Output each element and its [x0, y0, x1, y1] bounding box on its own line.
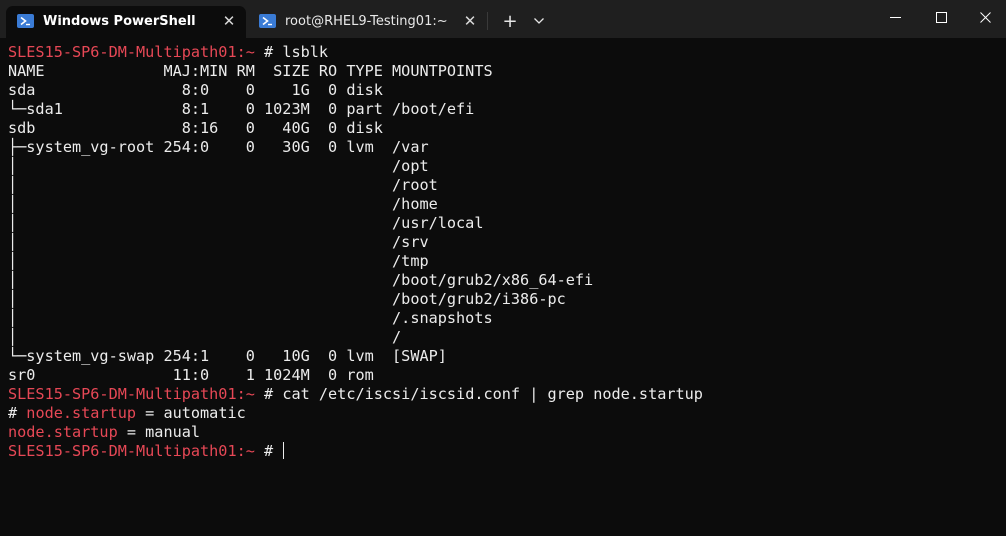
shell-prompt: SLES15-SP6-DM-Multipath01:~ [8, 43, 265, 61]
tab-dropdown-button[interactable] [526, 7, 552, 35]
terminal-line: # node.startup = automatic [8, 404, 1006, 423]
line-text: = manual [117, 423, 201, 441]
terminal-line: │ /root [8, 176, 1006, 195]
line-text: │ /opt [8, 157, 429, 175]
line-text: └─system_vg-swap 254:1 0 10G 0 lvm [SWAP… [8, 347, 447, 365]
terminal-line: │ /boot/grub2/i386-pc [8, 290, 1006, 309]
minimize-button[interactable] [872, 0, 918, 34]
maximize-button[interactable] [918, 0, 964, 34]
terminal-line: sr0 11:0 1 1024M 0 rom [8, 366, 1006, 385]
line-text: ├─system_vg-root 254:0 0 30G 0 lvm /var [8, 138, 429, 156]
line-text: │ /root [8, 176, 438, 194]
terminal-line: sdb 8:16 0 40G 0 disk [8, 119, 1006, 138]
close-tab-icon[interactable]: ✕ [459, 10, 481, 32]
line-text: │ /.snapshots [8, 309, 493, 327]
title-bar: Windows PowerShell ✕ root@RHEL9-Testing0… [0, 0, 1006, 38]
terminal-line: node.startup = manual [8, 423, 1006, 442]
terminal-line: │ /srv [8, 233, 1006, 252]
line-text: NAME MAJ:MIN RM SIZE RO TYPE MOUNTPOINTS [8, 62, 493, 80]
line-text: │ /usr/local [8, 214, 484, 232]
line-text: │ /tmp [8, 252, 429, 270]
powershell-icon [17, 14, 34, 28]
close-window-button[interactable] [964, 0, 1006, 34]
terminal-window: Windows PowerShell ✕ root@RHEL9-Testing0… [0, 0, 1006, 536]
terminal-line: SLES15-SP6-DM-Multipath01:~ # lsblk [8, 43, 1006, 62]
close-icon [979, 11, 991, 23]
line-text: # [8, 404, 27, 422]
line-text: │ /srv [8, 233, 429, 251]
close-tab-icon[interactable]: ✕ [218, 10, 240, 32]
line-text: sr0 11:0 1 1024M 0 rom [8, 366, 374, 384]
text-cursor [283, 442, 285, 459]
tab-label: Windows PowerShell [43, 14, 196, 29]
tab-windows-powershell[interactable]: Windows PowerShell ✕ [6, 6, 246, 38]
terminal-line: NAME MAJ:MIN RM SIZE RO TYPE MOUNTPOINTS [8, 62, 1006, 81]
terminal-output[interactable]: SLES15-SP6-DM-Multipath01:~ # lsblk NAME … [0, 38, 1006, 536]
terminal-line: ├─system_vg-root 254:0 0 30G 0 lvm /var [8, 138, 1006, 157]
terminal-line: sda 8:0 0 1G 0 disk [8, 81, 1006, 100]
line-text: │ / [8, 328, 402, 346]
terminal-line: └─system_vg-swap 254:1 0 10G 0 lvm [SWAP… [8, 347, 1006, 366]
line-text: │ /boot/grub2/x86_64-efi [8, 271, 594, 289]
tab-rhel9-testing01[interactable]: root@RHEL9-Testing01:~ ✕ [248, 6, 487, 38]
chevron-down-icon [534, 18, 544, 24]
shell-prompt: SLES15-SP6-DM-Multipath01:~ [8, 385, 265, 403]
terminal-line: └─sda1 8:1 0 1023M 0 part /boot/efi [8, 100, 1006, 119]
line-text: = automatic [136, 404, 246, 422]
terminal-line: SLES15-SP6-DM-Multipath01:~ # cat /etc/i… [8, 385, 1006, 404]
line-text: # lsblk [264, 43, 329, 61]
terminal-line: │ /tmp [8, 252, 1006, 271]
terminal-line: │ /boot/grub2/x86_64-efi [8, 271, 1006, 290]
terminal-line: │ /usr/local [8, 214, 1006, 233]
tab-divider [487, 12, 488, 30]
line-text: │ /home [8, 195, 438, 213]
maximize-icon [935, 11, 947, 23]
line-text: │ /boot/grub2/i386-pc [8, 290, 566, 308]
minimize-icon [889, 16, 901, 18]
new-tab-button[interactable]: + [496, 7, 524, 35]
line-text: sda 8:0 0 1G 0 disk [8, 81, 383, 99]
line-text: └─sda1 8:1 0 1023M 0 part /boot/efi [8, 100, 475, 118]
line-text: sdb 8:16 0 40G 0 disk [8, 119, 383, 137]
terminal-line: │ / [8, 328, 1006, 347]
line-text: # [264, 442, 283, 460]
tab-label: root@RHEL9-Testing01:~ [285, 14, 448, 29]
match-highlight: node.startup [26, 404, 137, 422]
match-highlight: node.startup [8, 423, 118, 441]
line-text: # cat /etc/iscsi/iscsid.conf | grep node… [264, 385, 703, 403]
terminal-line: │ /opt [8, 157, 1006, 176]
terminal-line: │ /.snapshots [8, 309, 1006, 328]
shell-prompt: SLES15-SP6-DM-Multipath01:~ [8, 442, 265, 460]
terminal-line: SLES15-SP6-DM-Multipath01:~ # [8, 442, 1006, 461]
powershell-icon [259, 14, 276, 28]
terminal-line: │ /home [8, 195, 1006, 214]
